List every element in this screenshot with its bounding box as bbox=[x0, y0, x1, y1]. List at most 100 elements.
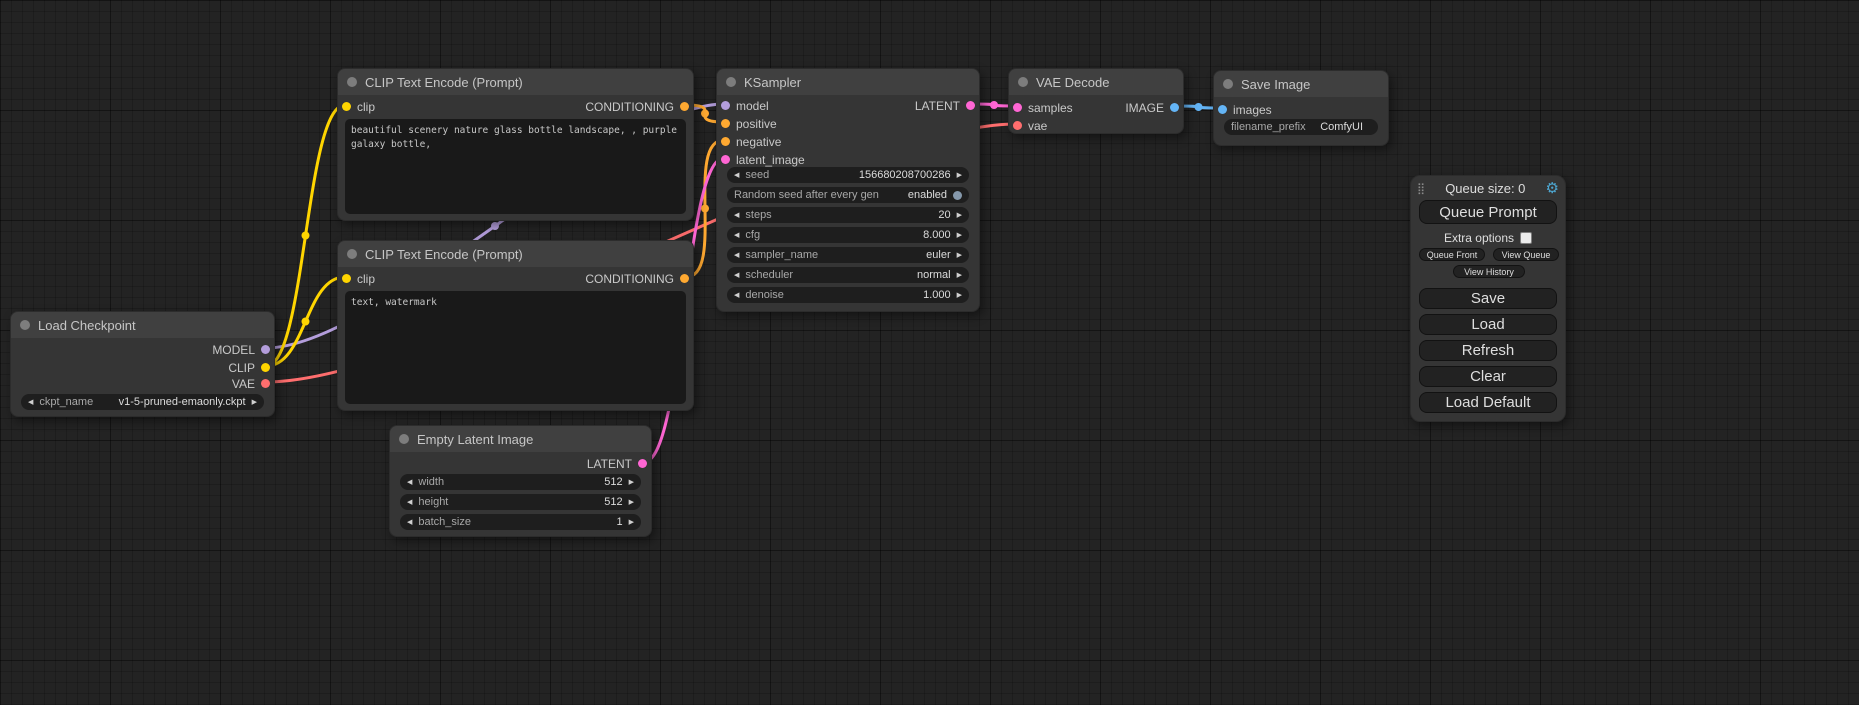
wire-clip-positive-midpoint-dot bbox=[302, 232, 310, 240]
queue-front-button[interactable]: Queue Front bbox=[1419, 248, 1485, 261]
node-titlebar[interactable]: CLIP Text Encode (Prompt) bbox=[338, 69, 693, 95]
prompt-text-area[interactable]: beautiful scenery nature glass bottle la… bbox=[345, 119, 686, 214]
model-output-dot[interactable] bbox=[261, 345, 270, 354]
latent-image-input-dot[interactable] bbox=[721, 155, 730, 164]
increment-arrow-icon[interactable]: ▶ bbox=[629, 479, 634, 486]
collapse-dot-icon[interactable] bbox=[20, 320, 30, 330]
increment-arrow-icon[interactable]: ▶ bbox=[957, 232, 962, 239]
steps-widget[interactable]: ◀ steps 20 ▶ bbox=[727, 207, 969, 223]
ckpt-name-widget[interactable]: ◀ ckpt_name v1-5-pruned-emaonly.ckpt ▶ bbox=[21, 394, 264, 410]
vae-output-dot[interactable] bbox=[261, 379, 270, 388]
seed-widget[interactable]: ◀ seed 156680208700286 ▶ bbox=[727, 167, 969, 183]
slot-label: LATENT bbox=[915, 99, 960, 113]
batch-size-widget[interactable]: ◀ batch_size 1 ▶ bbox=[400, 514, 641, 530]
increment-arrow-icon[interactable]: ▶ bbox=[957, 212, 962, 219]
node-titlebar[interactable]: Save Image bbox=[1214, 71, 1388, 97]
collapse-dot-icon[interactable] bbox=[1223, 79, 1233, 89]
increment-arrow-icon[interactable]: ▶ bbox=[957, 172, 962, 179]
decrement-arrow-icon[interactable]: ◀ bbox=[407, 519, 412, 526]
queue-size-label: Queue size: 0 bbox=[1425, 181, 1545, 196]
increment-arrow-icon[interactable]: ▶ bbox=[629, 499, 634, 506]
increment-arrow-icon[interactable]: ▶ bbox=[957, 292, 962, 299]
negative-input-dot[interactable] bbox=[721, 137, 730, 146]
node-clip-text-encode-positive[interactable]: CLIP Text Encode (Prompt) clip CONDITION… bbox=[337, 68, 694, 221]
width-widget[interactable]: ◀ width 512 ▶ bbox=[400, 474, 641, 490]
widget-value: ComfyUI bbox=[1320, 121, 1363, 133]
drag-handle-icon[interactable]: ⣿ bbox=[1417, 182, 1425, 195]
collapse-dot-icon[interactable] bbox=[1018, 77, 1028, 87]
scheduler-widget[interactable]: ◀ scheduler normal ▶ bbox=[727, 267, 969, 283]
node-load-checkpoint[interactable]: Load Checkpoint MODEL CLIP VAE ◀ ckpt_na… bbox=[10, 311, 275, 417]
filename-prefix-widget[interactable]: filename_prefix ComfyUI bbox=[1224, 119, 1378, 135]
node-titlebar[interactable]: Empty Latent Image bbox=[390, 426, 651, 452]
decrement-arrow-icon[interactable]: ◀ bbox=[407, 499, 412, 506]
conditioning-output-dot[interactable] bbox=[680, 102, 689, 111]
node-ksampler[interactable]: KSampler model positive negative latent_… bbox=[716, 68, 980, 312]
sampler-name-widget[interactable]: ◀ sampler_name euler ▶ bbox=[727, 247, 969, 263]
prompt-text-area[interactable]: text, watermark bbox=[345, 291, 686, 404]
load-button[interactable]: Load bbox=[1419, 314, 1557, 335]
settings-gear-icon[interactable]: ⚙ bbox=[1546, 179, 1559, 197]
decrement-arrow-icon[interactable]: ◀ bbox=[734, 292, 739, 299]
node-empty-latent-image[interactable]: Empty Latent Image LATENT ◀ width 512 ▶ … bbox=[389, 425, 652, 537]
clip-input-dot[interactable] bbox=[342, 102, 351, 111]
toggle-dot[interactable] bbox=[953, 191, 962, 200]
vae-input-dot[interactable] bbox=[1013, 121, 1022, 130]
collapse-dot-icon[interactable] bbox=[399, 434, 409, 444]
view-history-button[interactable]: View History bbox=[1453, 265, 1525, 278]
slot-label: CLIP bbox=[228, 361, 255, 375]
queue-menu-panel[interactable]: ⣿ Queue size: 0 ⚙ Queue Prompt Extra opt… bbox=[1410, 175, 1566, 422]
save-button[interactable]: Save bbox=[1419, 288, 1557, 309]
positive-input-dot[interactable] bbox=[721, 119, 730, 128]
increment-arrow-icon[interactable]: ▶ bbox=[252, 399, 257, 406]
node-titlebar[interactable]: Load Checkpoint bbox=[11, 312, 274, 338]
decrement-arrow-icon[interactable]: ◀ bbox=[734, 212, 739, 219]
decrement-arrow-icon[interactable]: ◀ bbox=[734, 272, 739, 279]
decrement-arrow-icon[interactable]: ◀ bbox=[28, 399, 33, 406]
output-slot-model: MODEL bbox=[212, 343, 270, 356]
decrement-arrow-icon[interactable]: ◀ bbox=[734, 232, 739, 239]
samples-input-dot[interactable] bbox=[1013, 103, 1022, 112]
cfg-widget[interactable]: ◀ cfg 8.000 ▶ bbox=[727, 227, 969, 243]
node-vae-decode[interactable]: VAE Decode samples vae IMAGE bbox=[1008, 68, 1184, 134]
latent-output-dot[interactable] bbox=[638, 459, 647, 468]
extra-options-checkbox[interactable] bbox=[1520, 232, 1532, 244]
view-queue-button[interactable]: View Queue bbox=[1493, 248, 1559, 261]
latent-output-dot[interactable] bbox=[966, 101, 975, 110]
images-input-dot[interactable] bbox=[1218, 105, 1227, 114]
queue-prompt-button[interactable]: Queue Prompt bbox=[1419, 200, 1557, 224]
node-titlebar[interactable]: CLIP Text Encode (Prompt) bbox=[338, 241, 693, 267]
graph-canvas[interactable]: Load Checkpoint MODEL CLIP VAE ◀ ckpt_na… bbox=[0, 0, 1859, 705]
conditioning-output-dot[interactable] bbox=[680, 274, 689, 283]
node-titlebar[interactable]: KSampler bbox=[717, 69, 979, 95]
clip-output-dot[interactable] bbox=[261, 363, 270, 372]
denoise-widget[interactable]: ◀ denoise 1.000 ▶ bbox=[727, 287, 969, 303]
decrement-arrow-icon[interactable]: ◀ bbox=[407, 479, 412, 486]
random-seed-toggle-widget[interactable]: Random seed after every gen enabled bbox=[727, 187, 969, 203]
decrement-arrow-icon[interactable]: ◀ bbox=[734, 172, 739, 179]
clip-input-dot[interactable] bbox=[342, 274, 351, 283]
model-input-dot[interactable] bbox=[721, 101, 730, 110]
refresh-button[interactable]: Refresh bbox=[1419, 340, 1557, 361]
increment-arrow-icon[interactable]: ▶ bbox=[957, 252, 962, 259]
slot-label: VAE bbox=[232, 377, 255, 391]
collapse-dot-icon[interactable] bbox=[347, 77, 357, 87]
clear-button[interactable]: Clear bbox=[1419, 366, 1557, 387]
increment-arrow-icon[interactable]: ▶ bbox=[957, 272, 962, 279]
collapse-dot-icon[interactable] bbox=[726, 77, 736, 87]
height-widget[interactable]: ◀ height 512 ▶ bbox=[400, 494, 641, 510]
collapse-dot-icon[interactable] bbox=[347, 249, 357, 259]
output-slot-image: IMAGE bbox=[1125, 101, 1179, 114]
node-title: Empty Latent Image bbox=[417, 432, 533, 447]
slot-label: clip bbox=[357, 272, 375, 286]
node-save-image[interactable]: Save Image images filename_prefix ComfyU… bbox=[1213, 70, 1389, 146]
increment-arrow-icon[interactable]: ▶ bbox=[629, 519, 634, 526]
decrement-arrow-icon[interactable]: ◀ bbox=[734, 252, 739, 259]
widget-label: denoise bbox=[745, 289, 784, 301]
node-titlebar[interactable]: VAE Decode bbox=[1009, 69, 1183, 95]
node-clip-text-encode-negative[interactable]: CLIP Text Encode (Prompt) clip CONDITION… bbox=[337, 240, 694, 411]
image-output-dot[interactable] bbox=[1170, 103, 1179, 112]
wire-cond-negative-midpoint-dot bbox=[701, 205, 709, 213]
slot-label: clip bbox=[357, 100, 375, 114]
load-default-button[interactable]: Load Default bbox=[1419, 392, 1557, 413]
